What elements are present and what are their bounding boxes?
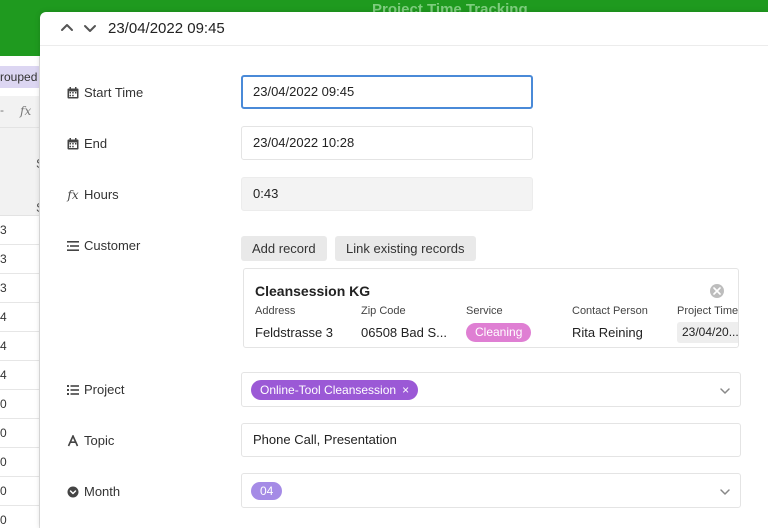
grid-row[interactable]: 4 [0, 332, 39, 361]
chevron-down-icon[interactable] [82, 20, 98, 36]
month-label: Month [66, 484, 120, 499]
end-label: End [66, 136, 107, 151]
grid-row[interactable]: 0 [0, 390, 39, 419]
project-tag: Online-Tool Cleansession × [251, 380, 419, 400]
column-header: Project Time [677, 305, 739, 317]
formula-icon[interactable]: fx [20, 104, 31, 118]
grid-rows: 3 3 3 4 4 4 0 0 0 0 0 [0, 216, 39, 528]
column-header: Address [255, 305, 296, 317]
topic-label-text: Topic [84, 433, 115, 448]
remove-link-icon[interactable] [710, 284, 724, 298]
remove-project-icon[interactable]: × [402, 380, 409, 400]
address-value: Feldstrasse 3 [255, 325, 334, 340]
linked-customer-card[interactable]: Cleansession KG Address Zip Code Service… [243, 268, 739, 348]
grid-row[interactable]: 3 [0, 274, 39, 303]
column-header: Service [466, 305, 503, 317]
grouped-badge[interactable]: rouped [0, 66, 39, 88]
link-existing-records-button[interactable]: Link existing records [335, 236, 476, 261]
project-select[interactable]: Online-Tool Cleansession × [241, 372, 741, 407]
chevron-down-icon[interactable] [719, 485, 731, 497]
customer-label-text: Customer [84, 238, 141, 253]
single-select-icon [66, 485, 80, 499]
zip-value: 06508 Bad S... [361, 325, 448, 340]
linked-record-name: Cleansession KG [255, 283, 371, 299]
month-select[interactable]: 04 [241, 473, 741, 508]
month-label-text: Month [84, 484, 121, 499]
grid-row[interactable]: 0 [0, 477, 39, 506]
grid-row[interactable]: 4 [0, 361, 39, 390]
column-header: Zip Code [361, 305, 406, 317]
project-label-text: Project [84, 382, 125, 397]
hours-label-text: Hours [84, 187, 119, 202]
calendar-icon [66, 137, 80, 151]
chevron-down-icon[interactable] [719, 384, 731, 396]
hours-value: 0:43 [241, 177, 533, 211]
record-title: 23/04/2022 09:45 [108, 20, 225, 37]
customer-label: Customer [66, 238, 140, 253]
list-icon [66, 383, 80, 397]
formula-icon: fx [67, 187, 79, 202]
end-label-text: End [84, 136, 108, 151]
hours-label: fx Hours [66, 187, 119, 202]
grid-row[interactable]: 4 [0, 303, 39, 332]
add-record-button[interactable]: Add record [241, 236, 327, 261]
start-time-label-text: Start Time [84, 85, 144, 100]
contact-person-value: Rita Reining [572, 325, 643, 340]
grid-row[interactable]: 0 [0, 419, 39, 448]
project-label: Project [66, 382, 124, 397]
grid-row[interactable]: 3 [0, 216, 39, 245]
toolbar-dash: - [0, 103, 4, 117]
topic-input[interactable]: Phone Call, Presentation [241, 423, 741, 457]
project-time-value: 23/04/20... [677, 322, 738, 343]
calendar-icon [66, 86, 80, 100]
grid-toolbar: - fx [0, 96, 39, 128]
service-tag: Cleaning [466, 323, 532, 342]
modal-header: 23/04/2022 09:45 [40, 12, 768, 46]
text-icon [66, 434, 80, 448]
month-tag: 04 [251, 482, 283, 500]
grid-row[interactable]: 3 [0, 245, 39, 274]
grid-background: rouped - fx S S 3 3 3 4 4 4 0 0 0 0 0 [0, 56, 40, 528]
start-time-label: Start Time [66, 85, 143, 100]
record-modal: 23/04/2022 09:45 Start Time 23/04/2022 0… [40, 12, 768, 528]
column-header: Contact Person [572, 305, 648, 317]
grid-row[interactable]: 0 [0, 506, 39, 528]
link-list-icon [66, 239, 80, 253]
end-input[interactable]: 23/04/2022 10:28 [241, 126, 533, 160]
start-time-input[interactable]: 23/04/2022 09:45 [241, 75, 533, 109]
topic-label: Topic [66, 433, 114, 448]
grid-header: S S [0, 128, 39, 216]
grid-row[interactable]: 0 [0, 448, 39, 477]
chevron-up-icon[interactable] [59, 20, 75, 36]
project-tag-label: Online-Tool Cleansession [260, 383, 397, 397]
